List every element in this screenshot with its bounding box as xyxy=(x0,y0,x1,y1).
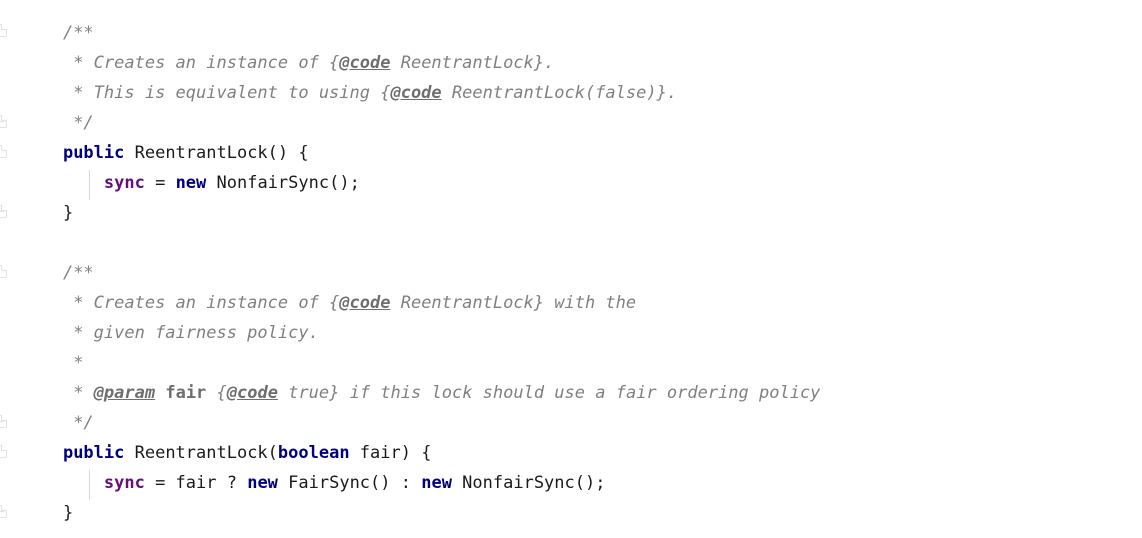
code-line[interactable]: * This is equivalent to using {@code Ree… xyxy=(0,78,1142,108)
code-token-doc: * Creates an instance of { xyxy=(62,53,340,73)
code-token-kw: new xyxy=(247,473,278,493)
code-token-doctag: @param xyxy=(93,383,156,403)
indent-guide xyxy=(89,470,90,500)
code-line[interactable]: */ xyxy=(0,408,1142,438)
code-token-plain: NonfairSync(); xyxy=(451,473,606,493)
code-token-doc: * xyxy=(62,353,84,373)
code-line[interactable]: /** xyxy=(0,258,1142,288)
code-line[interactable]: * Creates an instance of {@code Reentran… xyxy=(0,288,1142,318)
code-editor[interactable]: /** * Creates an instance of {@code Reen… xyxy=(0,0,1142,538)
code-token-plain: } xyxy=(62,503,74,523)
indent-guide xyxy=(89,170,90,200)
code-token-doctag: @code xyxy=(339,53,391,73)
code-token-docparamname: fair xyxy=(165,383,207,403)
code-token-plain: } xyxy=(62,203,74,223)
code-token-doctag: @code xyxy=(390,83,442,103)
code-token-plain: = xyxy=(144,173,176,193)
code-token-doc: true} if this lock should use a fair ord… xyxy=(277,383,821,403)
code-line[interactable]: } xyxy=(0,198,1142,228)
code-token-plain: FairSync() : xyxy=(277,473,422,493)
code-token-plain: NonfairSync(); xyxy=(206,173,360,193)
code-line[interactable]: */ xyxy=(0,108,1142,138)
code-token-doc: ReentrantLock}. xyxy=(390,53,555,73)
code-token-kw: public xyxy=(62,443,125,463)
code-line[interactable]: public ReentrantLock(boolean fair) { xyxy=(0,438,1142,468)
code-line[interactable]: sync = fair ? new FairSync() : new Nonfa… xyxy=(0,468,1142,498)
code-line[interactable]: * @param fair {@code true} if this lock … xyxy=(0,378,1142,408)
code-token-kw: new xyxy=(175,173,207,193)
code-line[interactable]: * Creates an instance of {@code Reentran… xyxy=(0,48,1142,78)
code-line[interactable]: * xyxy=(0,348,1142,378)
code-line[interactable]: * given fairness policy. xyxy=(0,318,1142,348)
code-line[interactable]: sync = new NonfairSync(); xyxy=(0,168,1142,198)
code-token-kw: new xyxy=(421,473,452,493)
code-text-area[interactable]: /** * Creates an instance of {@code Reen… xyxy=(0,0,1142,538)
code-token-doc: ReentrantLock(false)}. xyxy=(441,83,678,103)
code-token-doctag: @code xyxy=(339,293,391,313)
code-token-plain: ReentrantLock( xyxy=(124,443,278,463)
code-token-doc: * given fairness policy. xyxy=(62,323,319,343)
code-token-doc: */ xyxy=(62,113,94,133)
code-token-field: sync xyxy=(103,173,145,193)
code-line[interactable]: public ReentrantLock() { xyxy=(0,138,1142,168)
code-token-doc xyxy=(155,383,165,403)
code-token-doc: /** xyxy=(62,263,94,283)
code-token-doc: * xyxy=(62,383,94,403)
code-token-doc: /** xyxy=(62,23,94,43)
code-token-kw: boolean xyxy=(277,443,350,463)
code-token-doc: */ xyxy=(62,413,94,433)
code-token-doc: * Creates an instance of { xyxy=(62,293,340,313)
code-token-field: sync xyxy=(103,473,145,493)
code-line[interactable]: /** xyxy=(0,18,1142,48)
code-line[interactable] xyxy=(0,228,1142,258)
code-token-plain: fair) { xyxy=(349,443,432,463)
code-token-doc: { xyxy=(206,383,227,403)
code-token-kw: public xyxy=(62,143,125,163)
code-token-plain: ReentrantLock() { xyxy=(124,143,309,163)
code-token-doctag: @code xyxy=(226,383,278,403)
code-token-doc: ReentrantLock} with the xyxy=(390,293,637,313)
code-token-doc: * This is equivalent to using { xyxy=(62,83,391,103)
code-line[interactable]: } xyxy=(0,498,1142,528)
code-token-plain: = fair ? xyxy=(144,473,248,493)
